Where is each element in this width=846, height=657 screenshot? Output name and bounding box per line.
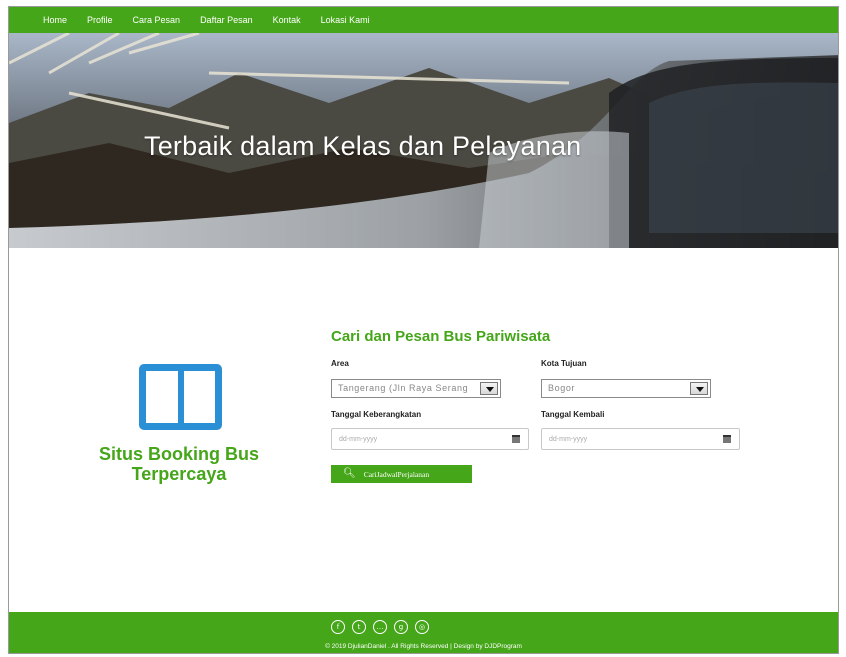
- columns-icon-divider: [178, 370, 184, 424]
- brand-tagline: Situs Booking Bus Terpercaya: [69, 444, 289, 484]
- tanggal-kembali-input[interactable]: dd-mm-yyyy: [541, 428, 740, 450]
- brand-tagline-line1: Situs Booking Bus: [98, 444, 259, 464]
- kota-tujuan-select-value: Bogor: [548, 383, 576, 393]
- chevron-down-icon[interactable]: [480, 382, 498, 395]
- search-button[interactable]: 🔍︎ CariJadwalPerjalanan: [331, 465, 472, 483]
- instagram-icon[interactable]: ◎: [415, 620, 429, 634]
- top-nav: Home Profile Cara Pesan Daftar Pesan Kon…: [9, 7, 838, 33]
- area-select-value: Tangerang (Jln Raya Serang: [338, 383, 469, 393]
- calendar-icon[interactable]: [723, 435, 731, 443]
- nav-lokasi-kami[interactable]: Lokasi Kami: [321, 15, 370, 25]
- area-label: Area: [331, 359, 349, 368]
- tanggal-kembali-placeholder: dd-mm-yyyy: [549, 436, 588, 443]
- tanggal-keberangkatan-placeholder: dd-mm-yyyy: [339, 436, 378, 443]
- footer: f t … g ◎ © 2019 DjulianDaniel . All Rig…: [9, 612, 838, 653]
- nav-kontak[interactable]: Kontak: [273, 15, 301, 25]
- copyright-text: © 2019 DjulianDaniel . All Rights Reserv…: [325, 643, 522, 650]
- nav-daftar-pesan[interactable]: Daftar Pesan: [200, 15, 253, 25]
- kota-tujuan-label: Kota Tujuan: [541, 359, 587, 368]
- chevron-down-icon[interactable]: [690, 382, 708, 395]
- page-frame: Home Profile Cara Pesan Daftar Pesan Kon…: [8, 6, 839, 654]
- kota-tujuan-select[interactable]: Bogor: [541, 379, 711, 398]
- nav-profile[interactable]: Profile: [87, 15, 113, 25]
- search-button-label: CariJadwalPerjalanan: [363, 469, 430, 479]
- columns-icon: [139, 364, 222, 430]
- form-title: Cari dan Pesan Bus Pariwisata: [331, 328, 551, 345]
- facebook-icon[interactable]: f: [331, 620, 345, 634]
- hero-title: Terbaik dalam Kelas dan Pelayanan: [144, 131, 582, 161]
- brand-tagline-line2: Terpercaya: [131, 464, 227, 484]
- tanggal-keberangkatan-label: Tanggal Keberangkatan: [331, 410, 422, 419]
- tanggal-kembali-label: Tanggal Kembali: [541, 410, 605, 419]
- twitter-icon[interactable]: t: [352, 620, 366, 634]
- nav-cara-pesan[interactable]: Cara Pesan: [133, 15, 181, 25]
- search-icon: 🔍︎: [343, 468, 356, 479]
- nav-home[interactable]: Home: [43, 15, 67, 25]
- area-select[interactable]: Tangerang (Jln Raya Serang: [331, 379, 501, 398]
- tanggal-keberangkatan-input[interactable]: dd-mm-yyyy: [331, 428, 529, 450]
- hero-banner: Terbaik dalam Kelas dan Pelayanan: [9, 33, 838, 248]
- google-plus-icon[interactable]: g: [394, 620, 408, 634]
- social-links: f t … g ◎: [331, 620, 429, 634]
- calendar-icon[interactable]: [512, 435, 520, 443]
- chat-icon[interactable]: …: [373, 620, 387, 634]
